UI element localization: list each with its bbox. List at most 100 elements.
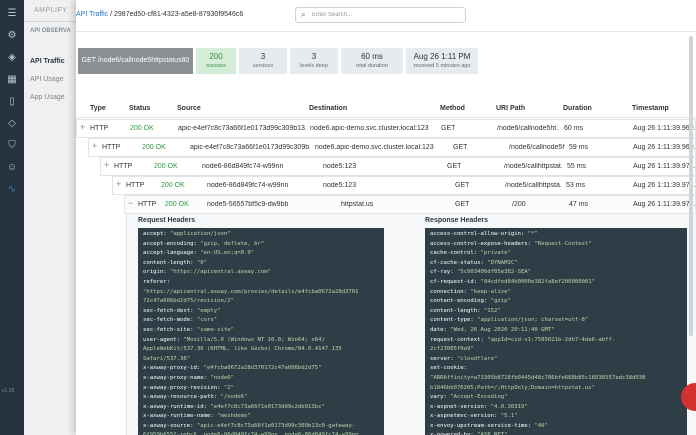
summary-services: 3 services — [239, 48, 287, 74]
header-key: content-length: — [143, 259, 197, 266]
summary-label: services — [252, 63, 274, 69]
cell-status: 200 OK — [154, 163, 178, 170]
cell-source: apic-e4ef7c8c73a66f1e0173d99c309b13... — [178, 125, 306, 132]
table-row[interactable]: + HTTP 200 OK node6-86d849fc74-w99nn nod… — [112, 176, 696, 195]
header-key: cf-ray: — [430, 269, 457, 276]
search-box[interactable]: ⌕ — [295, 7, 466, 23]
cell-destination: node5:123 — [323, 182, 357, 189]
table-row[interactable]: − HTTP 200 OK node5-56557bf5c9-dw9bb htt… — [124, 195, 696, 214]
col-status[interactable]: Status — [129, 105, 150, 112]
collapse-icon[interactable]: − — [128, 198, 133, 208]
catalog-icon[interactable]: ◈ — [6, 52, 18, 64]
header-value: "appId=cid-v1:7585021b-2db7-4da6-abff- — [487, 336, 616, 343]
header-key: access-control-allow-origin: — [430, 231, 528, 237]
header-line: b1846bb076205;Path=/;HttpOnly;Domain=htt… — [430, 384, 682, 394]
menu-icon[interactable]: ☰ — [6, 8, 18, 20]
observability-icon[interactable]: ∿ — [6, 184, 18, 196]
response-headers-code: access-control-allow-origin: "*" access-c… — [425, 228, 687, 435]
grid-icon[interactable]: ▦ — [6, 74, 18, 86]
header-value: "04cdfed84b0000e382fa8ef200000001" — [480, 278, 596, 285]
header-line: x-powered-by: "ASP.NET" — [430, 431, 682, 435]
header-value: "5c903406df05e382-SEA" — [456, 269, 532, 276]
summary-value: 3 — [311, 52, 317, 61]
header-value: "e4fcba0672a28d370172c47a606bd2d75" — [203, 365, 322, 372]
header-line: sec-fetch-dest: "empty" — [143, 307, 379, 317]
cell-method: GET — [447, 163, 462, 170]
header-key: content-type: — [430, 317, 478, 324]
header-value: 2cf23005f0a9" — [430, 346, 474, 353]
header-value: "meshdemo" — [217, 413, 251, 420]
cell-duration: 53 ms — [566, 182, 586, 189]
header-key: accept-language: — [143, 250, 201, 257]
breadcrumb-link-api-traffic[interactable]: API Traffic — [76, 11, 108, 18]
people-icon[interactable]: ☺ — [6, 162, 18, 174]
col-timestamp[interactable]: Timestamp — [632, 105, 669, 112]
header-value: "4.0.30319" — [490, 403, 528, 410]
header-line: x-axway-runtime-id: "e4ef7c8c73a66f1e017… — [143, 403, 379, 413]
header-line: Safari/537.36" — [143, 355, 379, 365]
header-line: 72c47a606bd2d75/revision/2" — [143, 297, 379, 307]
summary-label: levels deep — [300, 63, 328, 69]
header-line: x-axway-proxy-name: "node6" — [143, 374, 379, 384]
header-key: x-aspnet-version: — [430, 403, 491, 410]
document-icon[interactable]: ▯ — [6, 96, 18, 108]
header-value: "application/json; charset=utf-8" — [477, 317, 589, 324]
header-value: "46" — [534, 422, 548, 429]
col-type[interactable]: Type — [90, 105, 106, 112]
header-line: AppleWebKit/537.36 (KHTML, like Gecko) C… — [143, 345, 379, 355]
cell-type: HTTP — [126, 182, 145, 189]
header-key: sec-fetch-mode: — [143, 317, 197, 324]
col-uri-path[interactable]: URI Path — [496, 105, 525, 112]
scrollbar[interactable] — [689, 36, 693, 336]
search-input[interactable] — [312, 10, 462, 20]
header-line: x-axway-resource-path: "/node6" — [143, 393, 379, 403]
header-value: "private" — [480, 250, 511, 257]
header-value: "/node6" — [220, 394, 248, 401]
cell-timestamp: Aug 26 1:11:39.971... — [633, 182, 695, 189]
shield-icon[interactable]: ⛉ — [6, 140, 18, 152]
header-key: referer: — [143, 278, 174, 285]
breadcrumb: API Traffic / 2987ed50-cf81-4323-a5e8-87… — [76, 11, 243, 18]
header-line: access-control-expose-headers: "Request-… — [430, 240, 682, 250]
header-key: access-control-expose-headers: — [430, 240, 535, 247]
col-destination[interactable]: Destination — [309, 105, 347, 112]
header-value: "empty" — [196, 307, 221, 314]
table-row[interactable]: + HTTP 200 OK apic-e4ef7c8c73a66f1e0173d… — [76, 119, 696, 138]
expand-icon[interactable]: + — [116, 179, 121, 189]
header-line: sec-fetch-mode: "cors" — [143, 316, 379, 326]
summary-value: 200 — [209, 52, 223, 61]
cell-source: node6-86d849fc74-w99nn — [202, 163, 284, 170]
gear-icon[interactable]: ⚙ — [6, 30, 18, 42]
header-value: "apic-e4ef7c8c73a66f1e0173d99c309b13c0-g… — [196, 422, 356, 429]
col-duration[interactable]: Duration — [563, 105, 592, 112]
cell-method: GET — [455, 201, 470, 208]
col-source[interactable]: Source — [177, 105, 201, 112]
header-line: access-control-allow-origin: "*" — [430, 230, 682, 240]
header-key: cf-request-id: — [430, 278, 481, 285]
header-line: x-axway-runtime-name: "meshdemo" — [143, 412, 379, 422]
expand-icon[interactable]: + — [104, 160, 109, 170]
header-line: vary: "Accept-Encoding" — [430, 393, 682, 403]
cube-icon[interactable]: ◇ — [6, 118, 18, 130]
col-method[interactable]: Method — [440, 105, 465, 112]
header-line: accept-language: "en-US,en;q=0.9" — [143, 249, 379, 259]
table-row[interactable]: + HTTP 200 OK node6-86d849fc74-w99nn nod… — [100, 157, 696, 176]
header-line: referer: — [143, 278, 379, 288]
summary-value: 3 — [260, 52, 266, 61]
header-key: x-axway-resource-path: — [143, 394, 221, 401]
expand-icon[interactable]: + — [80, 122, 85, 132]
header-line: connection: "keep-alive" — [430, 288, 682, 298]
table-row[interactable]: + HTTP 200 OK apic-e4ef7c8c73a66f1e0173d… — [88, 138, 696, 157]
cell-method: GET — [453, 144, 468, 151]
summary-value: Aug 26 1:11 PM — [413, 52, 471, 61]
header-value: "en-US,en;q=0.9" — [200, 250, 255, 257]
header-key: request-context: — [430, 336, 488, 343]
drawer-header: API Traffic / 2987ed50-cf81-4323-a5e8-87… — [76, 0, 696, 32]
header-key: user-agent: — [143, 336, 184, 343]
header-value: "same-site" — [196, 326, 234, 333]
header-value: "Mozilla/5.0 (Windows NT 10.0; Win64; x6… — [183, 336, 325, 343]
header-line: x-envoy-upstream-service-time: "46" — [430, 422, 682, 432]
search-icon: ⌕ — [301, 10, 306, 19]
summary-label: received 5 minutes ago — [413, 63, 471, 69]
expand-icon[interactable]: + — [92, 141, 97, 151]
